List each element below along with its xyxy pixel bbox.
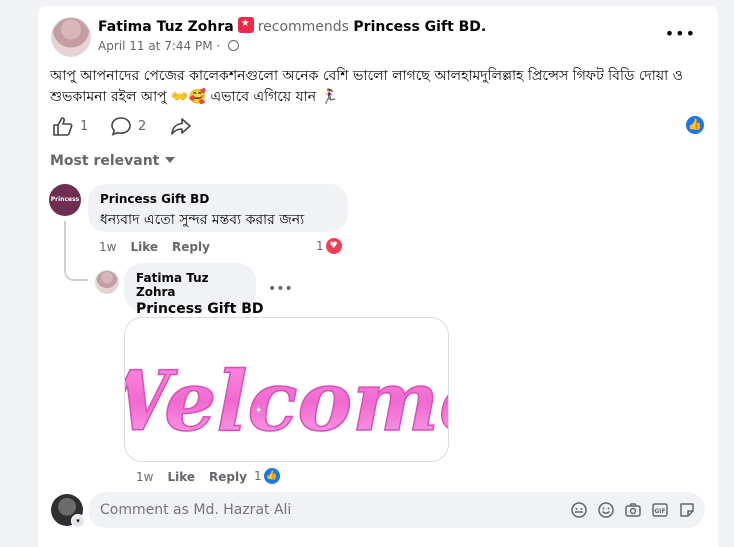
comment-count: 2 [138,118,147,134]
share-button[interactable] [170,116,192,140]
comment-stat[interactable]: 2 [110,116,146,136]
comment-actions: 1w Like Reply [99,240,210,254]
reply-reply-link[interactable]: Reply [209,470,247,484]
avatar-sticker-icon[interactable] [570,501,588,519]
camera-icon[interactable] [624,501,642,519]
author-avatar[interactable] [51,17,91,57]
thumbs-up-icon [53,117,73,136]
post-date-line: April 11 at 7:44 PM · [98,39,240,53]
welcome-gif[interactable]: Welcome ✦ ✦ ✦ ✦ [124,317,449,462]
welcome-gif-image: Welcome ✦ ✦ ✦ ✦ [125,347,449,451]
sparkle-icon: ✦ [255,406,263,416]
comment-reaction[interactable]: 1 ♥ [316,238,342,254]
reply-bubble: Fatima Tuz Zohra Princess Gift BD [124,263,264,317]
reply-text[interactable]: Princess Gift BD [136,301,264,317]
caret-down-icon [165,157,176,163]
post-author-name[interactable]: Fatima Tuz Zohra [98,19,234,35]
emoji-icon[interactable] [597,501,615,519]
like-icon: 👍 [263,468,280,484]
svg-text:GIF: GIF [654,508,665,515]
composer-icons: GIF [570,501,696,519]
reply-reaction-count: 1 [254,469,262,483]
sparkle-icon: ✦ [405,408,414,421]
comment-bubble: Princess Gift BD ধন্যবাদ এতো সুন্দর মন্ত… [88,184,348,232]
reply-author[interactable]: Fatima Tuz Zohra [136,271,244,299]
post-text: আপু আপনাদের পেজের কালেকশনগুলো অনেক বেশি … [50,68,683,105]
reply-thread-line [64,221,88,281]
reply-link[interactable]: Reply [172,240,210,254]
comment-text: ধন্যবাদ এতো সুন্দর মন্তব্য করার জন্য [100,212,305,228]
separator-dot: · [216,39,221,53]
like-count: 1 [80,118,89,134]
gif-welcome-text: Welcome [125,354,449,450]
reply-reaction[interactable]: 1 👍 [254,468,280,484]
like-stat[interactable]: 1 [52,116,88,136]
like-reaction-icon[interactable]: 👍 [686,116,704,134]
recommends-text: recommends [257,19,349,35]
reply-actions: 1w Like Reply [136,470,247,484]
page-avatar[interactable]: Princess Gift [49,184,81,216]
sparkle-icon: ✦ [355,370,363,381]
comment-time[interactable]: 1w [99,240,116,254]
reaction-count: 1 [316,239,324,253]
filter-label: Most relevant [50,153,160,169]
comment-author[interactable]: Princess Gift BD [100,192,336,206]
recommendation-badge-icon [237,17,254,33]
page-name-link[interactable]: Princess Gift BD. [353,19,486,35]
reply-author-avatar[interactable] [95,270,119,294]
post-card: Fatima Tuz Zohra recommends Princess Gift… [38,6,718,547]
post-more-button[interactable]: ••• [665,24,696,43]
reply-time[interactable]: 1w [136,470,153,484]
reply-like-link[interactable]: Like [167,470,195,484]
post-author-line: Fatima Tuz Zohra recommends Princess Gift… [98,17,486,35]
post-date[interactable]: April 11 at 7:44 PM [98,39,213,53]
gif-icon[interactable]: GIF [651,501,669,519]
like-link[interactable]: Like [130,240,158,254]
globe-icon [228,40,240,51]
sparkle-icon: ✦ [165,347,175,361]
sticker-icon[interactable] [678,501,696,519]
share-icon [171,118,191,135]
comment-bubble-icon [111,117,131,136]
chevron-down-icon[interactable]: ▾ [71,514,85,528]
comment-filter-dropdown[interactable]: Most relevant [50,153,176,169]
reply-more-button[interactable]: ••• [268,281,293,297]
heart-icon: ♥ [325,238,342,254]
